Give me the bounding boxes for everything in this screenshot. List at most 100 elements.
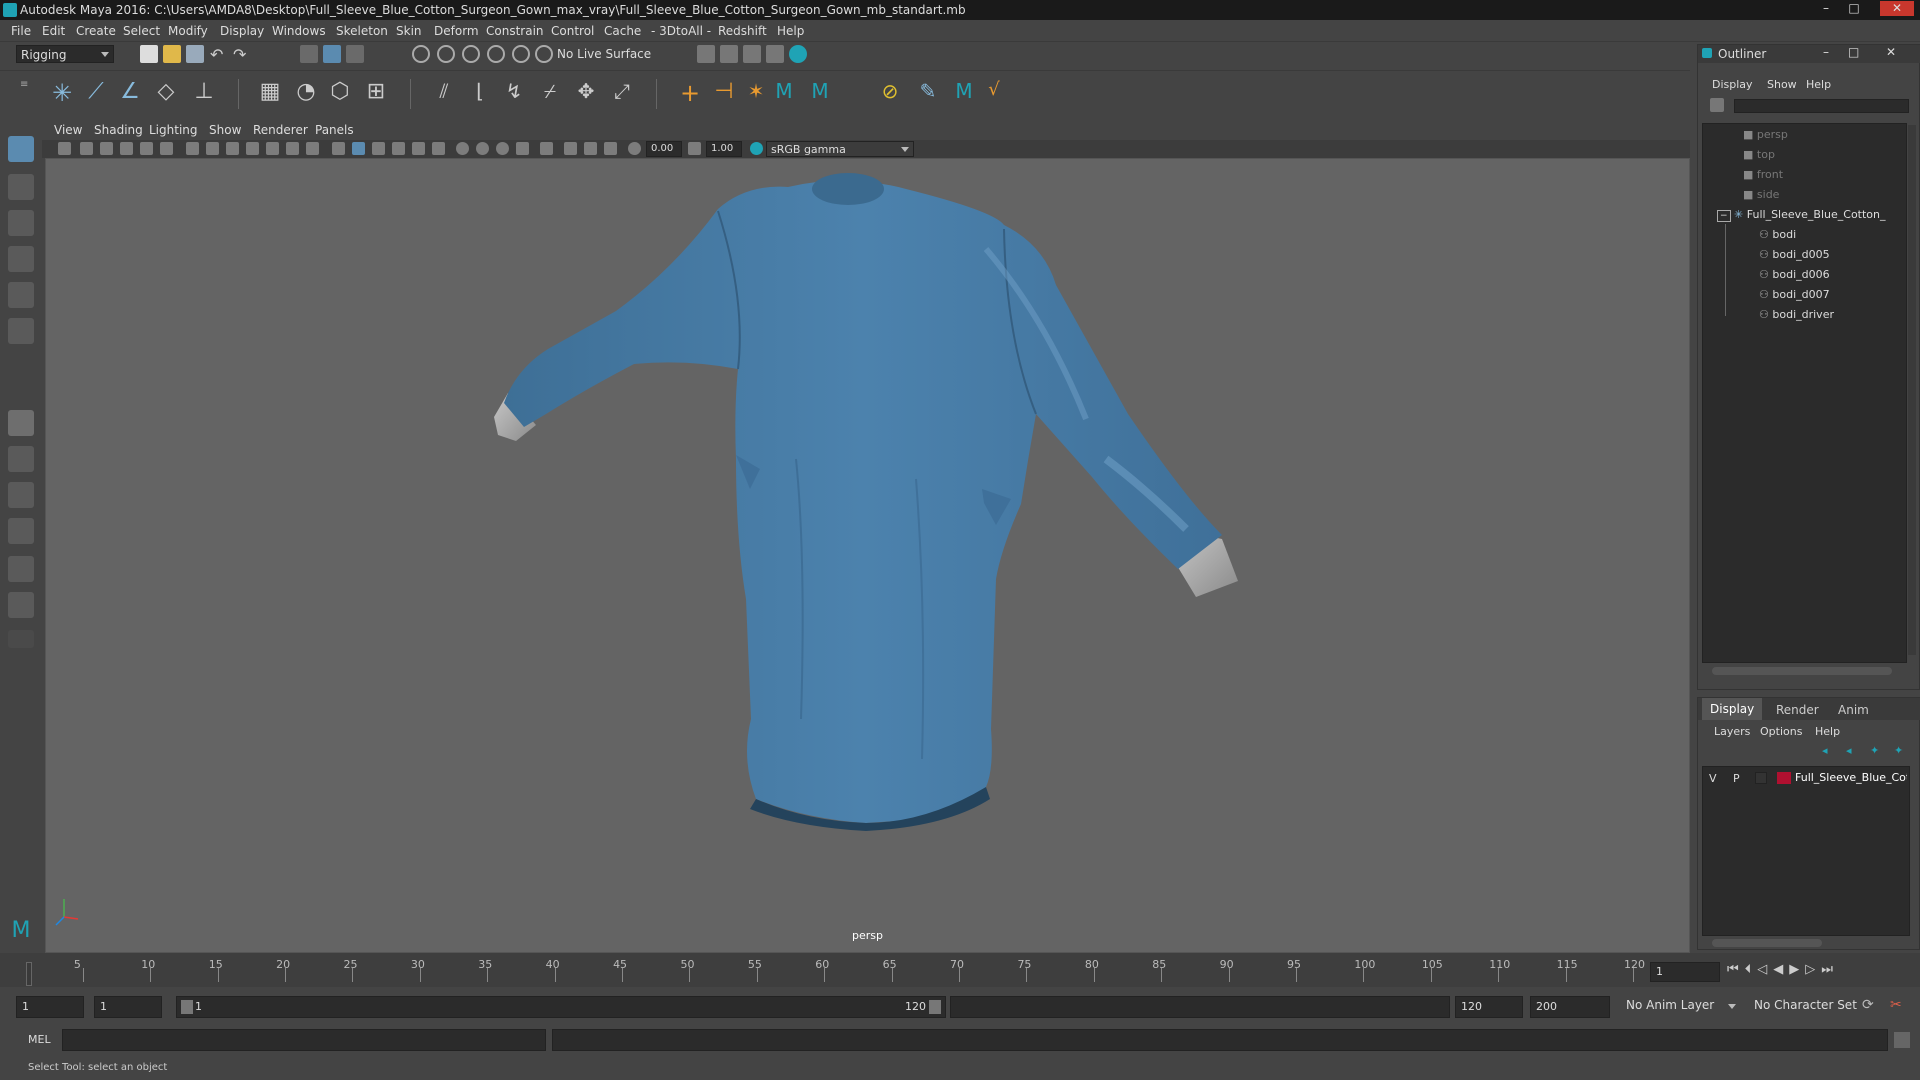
outliner-horizontal-scrollbar[interactable] bbox=[1712, 667, 1892, 675]
new-layer-icon[interactable]: ✦ bbox=[1870, 744, 1884, 757]
ambient-occlusion-icon[interactable] bbox=[456, 142, 469, 155]
camera-attributes-icon[interactable] bbox=[80, 142, 93, 155]
gamma-field[interactable]: 1.00 bbox=[706, 141, 742, 157]
minimize-button[interactable]: – bbox=[1815, 1, 1837, 16]
auto-key-icon[interactable]: ⟳ bbox=[1862, 997, 1880, 1015]
outliner-item-bodi-d007[interactable]: ⚇ bodi_d007 bbox=[1759, 288, 1830, 301]
four-view-layout-icon[interactable] bbox=[8, 446, 34, 472]
paint-weights-icon[interactable]: ↯ bbox=[500, 79, 528, 107]
persp-graph-layout-icon[interactable] bbox=[8, 482, 34, 508]
menu-windows[interactable]: Windows bbox=[272, 24, 326, 38]
joint-tool-icon[interactable]: ✳ bbox=[48, 79, 76, 107]
rotate-tool-icon[interactable] bbox=[8, 282, 34, 308]
anim-layer-dropdown[interactable]: No Anim Layer bbox=[1622, 996, 1740, 1018]
isolate-select-icon[interactable] bbox=[540, 142, 553, 155]
menu-constrain[interactable]: Constrain bbox=[486, 24, 544, 38]
open-scene-icon[interactable] bbox=[163, 45, 181, 63]
xray-components-icon[interactable] bbox=[604, 142, 617, 155]
go-to-end-icon[interactable]: ⏭ bbox=[1821, 962, 1839, 977]
image-plane-icon[interactable] bbox=[120, 142, 133, 155]
outliner-item-bodi[interactable]: ⚇ bodi bbox=[1759, 228, 1796, 241]
view-transform-dropdown[interactable]: sRGB gamma bbox=[766, 141, 914, 157]
smooth-shade-icon[interactable] bbox=[352, 142, 365, 155]
tab-display[interactable]: Display bbox=[1702, 698, 1763, 720]
shelf-options-icon[interactable]: ≡ bbox=[20, 79, 30, 109]
menu-cache[interactable]: Cache bbox=[604, 24, 641, 38]
outliner-item-side[interactable]: ■ side bbox=[1743, 188, 1779, 201]
panel-menu-panels[interactable]: Panels bbox=[315, 123, 354, 137]
snap-edge-icon[interactable] bbox=[535, 45, 553, 63]
panel-menu-view[interactable]: View bbox=[54, 123, 82, 137]
maximize-button[interactable]: □ bbox=[1843, 1, 1865, 16]
menu-help[interactable]: Help bbox=[777, 24, 804, 38]
panel-menu-shading[interactable]: Shading bbox=[94, 123, 143, 137]
grid-icon[interactable] bbox=[186, 142, 199, 155]
detach-skin-icon[interactable]: ⌊ bbox=[466, 79, 494, 107]
cluster-icon[interactable]: ⬡ bbox=[326, 79, 354, 107]
gamma-icon[interactable] bbox=[688, 142, 701, 155]
redo-icon[interactable]: ↷ bbox=[233, 45, 251, 64]
use-all-lights-icon[interactable] bbox=[412, 142, 425, 155]
select-hierarchy-icon[interactable] bbox=[300, 45, 318, 63]
layer-color-swatch[interactable] bbox=[1777, 772, 1791, 784]
lasso-tool-icon[interactable] bbox=[8, 174, 34, 200]
redshift-icon[interactable] bbox=[789, 45, 807, 63]
panel-menu-show[interactable]: Show bbox=[209, 123, 241, 137]
hypershade-layout-icon[interactable] bbox=[8, 556, 34, 582]
perspective-viewport[interactable]: persp bbox=[45, 158, 1690, 953]
grease-pencil-icon[interactable] bbox=[160, 142, 173, 155]
move-tool-icon[interactable] bbox=[8, 246, 34, 272]
shadows-icon[interactable] bbox=[432, 142, 445, 155]
scale-tool-icon[interactable] bbox=[8, 318, 34, 344]
layer-menu-layers[interactable]: Layers bbox=[1714, 725, 1750, 738]
layer-row[interactable]: V P Full_Sleeve_Blue_Cotto bbox=[1703, 769, 1909, 787]
soft-mod-icon[interactable]: ⊞ bbox=[362, 79, 390, 107]
layer-menu-help[interactable]: Help bbox=[1815, 725, 1840, 738]
blend-shape-icon[interactable]: ✎ bbox=[914, 79, 942, 107]
persp-outliner-layout-icon[interactable] bbox=[8, 518, 34, 544]
insert-joint-icon[interactable]: ⟋ bbox=[82, 79, 110, 107]
menu-display[interactable]: Display bbox=[220, 24, 264, 38]
snap-surface-icon[interactable] bbox=[512, 45, 530, 63]
select-component-icon[interactable] bbox=[346, 45, 364, 63]
safe-title-icon[interactable] bbox=[306, 142, 319, 155]
wrap-deformer-icon[interactable]: ◔ bbox=[292, 79, 320, 107]
snap-grid-icon[interactable] bbox=[412, 45, 430, 63]
copy-weights-icon[interactable]: ⤢ bbox=[608, 79, 636, 107]
orient-constraint-icon[interactable]: ✶ bbox=[742, 79, 770, 107]
mirror-joint-icon[interactable]: ∠ bbox=[116, 79, 144, 107]
render-frame-icon[interactable] bbox=[697, 45, 715, 63]
current-frame-field[interactable]: 1 bbox=[1650, 962, 1720, 982]
lattice-icon[interactable]: ▦ bbox=[256, 79, 284, 107]
custom-layout-icon[interactable] bbox=[8, 592, 34, 618]
wireframe-icon[interactable] bbox=[332, 142, 345, 155]
ik-handle-icon[interactable]: ⊥ bbox=[190, 79, 218, 107]
hik-character-icon[interactable]: M bbox=[950, 79, 978, 107]
menu-skeleton[interactable]: Skeleton bbox=[336, 24, 388, 38]
animation-end-field[interactable]: 200 bbox=[1530, 996, 1610, 1018]
xray-joints-icon[interactable] bbox=[584, 142, 597, 155]
point-constraint-icon[interactable]: + bbox=[676, 79, 704, 107]
menu-skin[interactable]: Skin bbox=[396, 24, 422, 38]
parent-constraint-icon[interactable]: √ bbox=[980, 79, 1008, 107]
step-back-frame-icon[interactable]: ◁ bbox=[1757, 962, 1773, 977]
close-button[interactable]: ✕ bbox=[1880, 1, 1914, 16]
outliner-item-bodi-driver[interactable]: ⚇ bodi_driver bbox=[1759, 308, 1834, 321]
gate-mask-icon[interactable] bbox=[246, 142, 259, 155]
select-object-icon[interactable] bbox=[323, 45, 341, 63]
resolution-gate-icon[interactable] bbox=[226, 142, 239, 155]
menuset-dropdown[interactable]: Rigging bbox=[16, 45, 114, 63]
film-gate-icon[interactable] bbox=[206, 142, 219, 155]
undo-icon[interactable]: ↶ bbox=[210, 45, 228, 64]
snap-point-icon[interactable] bbox=[462, 45, 480, 63]
move-layer-down-icon[interactable]: ◂ bbox=[1846, 744, 1860, 757]
outliner-menu-show[interactable]: Show bbox=[1767, 78, 1797, 91]
hik-icon[interactable]: M bbox=[770, 79, 798, 107]
outliner-item-group[interactable]: − ✳ Full_Sleeve_Blue_Cotton_ bbox=[1717, 208, 1886, 222]
aim-constraint-icon[interactable]: ⊣ bbox=[710, 79, 738, 107]
tab-render[interactable]: Render bbox=[1776, 703, 1819, 717]
menu-select[interactable]: Select bbox=[123, 24, 160, 38]
render-settings-icon[interactable] bbox=[743, 45, 761, 63]
hik-definition-icon[interactable]: M bbox=[806, 79, 834, 107]
command-input[interactable] bbox=[62, 1029, 546, 1051]
